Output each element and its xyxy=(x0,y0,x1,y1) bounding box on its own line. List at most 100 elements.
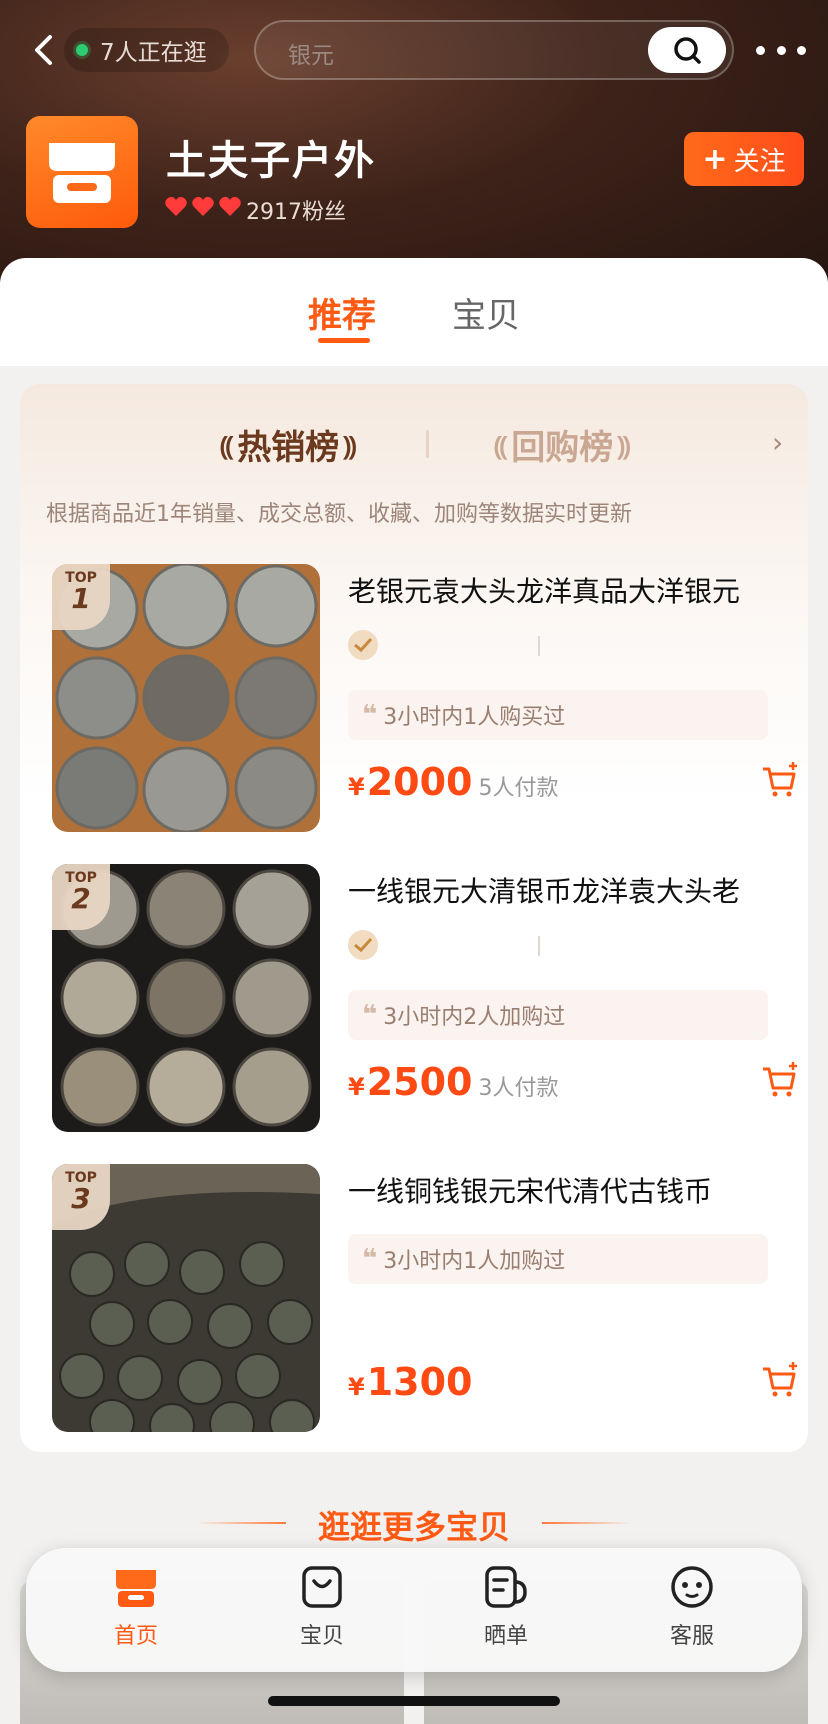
home-indicator[interactable] xyxy=(268,1696,560,1706)
plus-icon: + xyxy=(702,141,728,177)
price-value: 1300 xyxy=(366,1360,473,1404)
follow-button[interactable]: + 关注 xyxy=(684,132,804,186)
back-arrow-icon xyxy=(35,35,52,65)
tab-repurchase[interactable]: ⸨ 回购榜 ⸩ xyxy=(490,420,634,469)
product-price: ¥ 2500 3人付款 xyxy=(348,1060,558,1104)
visitors-indicator: 7人正在逛 xyxy=(64,28,229,72)
quote-icon: ❝ xyxy=(362,700,378,730)
nav-home[interactable]: 首页 xyxy=(76,1564,196,1650)
product-title[interactable]: 老银元袁大头龙洋真品大洋银元 xyxy=(348,570,788,610)
repurchase-label: 回购榜 xyxy=(511,428,614,468)
price-value: 2000 xyxy=(366,760,473,804)
tab-recommend[interactable]: 推荐 xyxy=(308,288,376,337)
heart-icon xyxy=(165,196,187,216)
cart-plus-icon xyxy=(763,1062,797,1097)
heart-icon xyxy=(192,196,214,216)
laurel-left-icon: ⸨ xyxy=(220,431,234,462)
store-icon xyxy=(49,143,115,203)
tab-hot-sales[interactable]: ⸨ 热销榜 ⸩ xyxy=(216,420,360,469)
rank-number: 2 xyxy=(71,882,91,915)
currency-symbol: ¥ xyxy=(348,773,365,801)
quote-icon: ❝ xyxy=(362,1000,378,1030)
nav-customer-service-label: 客服 xyxy=(669,1624,714,1649)
divider xyxy=(538,636,540,656)
bottom-navigation: 首页 宝贝 晒单 客服 xyxy=(26,1548,802,1672)
ranking-item[interactable]: TOP 3 一线铜钱银元宋代清代古钱币 ❝ 3小时内1人加购过 ¥ 1300 xyxy=(52,1164,797,1432)
product-price: ¥ 1300 xyxy=(348,1360,472,1404)
add-to-cart-button[interactable] xyxy=(760,1360,800,1400)
nav-customer-service[interactable]: 客服 xyxy=(632,1564,752,1650)
laurel-left-icon: ⸨ xyxy=(494,431,508,462)
product-image[interactable]: TOP 2 xyxy=(52,864,320,1132)
visitors-text: 7人正在逛 xyxy=(100,40,207,66)
shop-rating-hearts xyxy=(164,196,242,218)
product-image[interactable]: TOP 3 xyxy=(52,1164,320,1432)
nav-products[interactable]: 宝贝 xyxy=(262,1564,382,1650)
quote-icon: ❝ xyxy=(362,1244,378,1274)
ranking-item[interactable]: TOP 1 老银元袁大头龙洋真品大洋银元 ❝ 3小时内1人购买过 ¥ 2000 … xyxy=(52,564,797,832)
follow-label: 关注 xyxy=(733,146,786,177)
price-value: 2500 xyxy=(366,1060,473,1104)
product-title[interactable]: 一线铜钱银元宋代清代古钱币 xyxy=(348,1170,788,1210)
more-dot-icon xyxy=(797,45,806,55)
rank-badge: TOP 3 xyxy=(52,1164,110,1230)
shop-name: 土夫子户外 xyxy=(166,138,376,184)
recent-activity-text: 3小时内2人加购过 xyxy=(383,1005,566,1030)
currency-symbol: ¥ xyxy=(348,1073,365,1101)
ranking-card: ⸨ 热销榜 ⸩ ⸨ 回购榜 ⸩ › 根据商品近1年销量、成交总额、收藏、加购等数… xyxy=(20,384,808,1452)
bag-icon xyxy=(302,1566,342,1608)
paid-count: 3人付款 xyxy=(478,1076,559,1101)
recent-activity: ❝ 3小时内2人加购过 xyxy=(348,990,768,1040)
shop-header: 7人正在逛 银元 土夫子户外 2917粉丝 + 关注 xyxy=(0,0,828,300)
shop-tabs: 推荐 宝贝 xyxy=(0,258,828,366)
customer-service-icon xyxy=(671,1566,713,1608)
shop-logo[interactable] xyxy=(26,116,138,228)
section-divider-right xyxy=(542,1522,632,1524)
ranking-tabs: ⸨ 热销榜 ⸩ ⸨ 回购榜 ⸩ › xyxy=(20,420,808,470)
recent-activity-text: 3小时内1人加购过 xyxy=(383,1249,566,1274)
product-image[interactable]: TOP 1 xyxy=(52,564,320,832)
verified-check-icon xyxy=(348,930,378,960)
rank-number: 3 xyxy=(71,1182,91,1215)
rank-badge: TOP 1 xyxy=(52,564,110,630)
paid-count: 5人付款 xyxy=(478,776,559,801)
search-bar[interactable]: 银元 xyxy=(254,20,734,80)
fans-count: 2917粉丝 xyxy=(246,200,346,225)
recent-activity: ❝ 3小时内1人加购过 xyxy=(348,1234,768,1284)
active-tab-indicator xyxy=(318,338,370,343)
cart-plus-icon xyxy=(763,762,797,797)
hot-sales-label: 热销榜 xyxy=(237,428,340,468)
back-button[interactable] xyxy=(26,32,62,68)
top-bar: 7人正在逛 银元 xyxy=(0,18,828,82)
laurel-right-icon: ⸩ xyxy=(343,431,357,462)
heart-icon xyxy=(219,196,241,216)
ranking-tab-divider xyxy=(426,430,429,458)
more-options-button[interactable] xyxy=(756,32,806,68)
nav-reviews-label: 晒单 xyxy=(483,1624,528,1649)
more-products-title: 逛逛更多宝贝 xyxy=(317,1508,510,1546)
add-to-cart-button[interactable] xyxy=(760,760,800,800)
add-to-cart-button[interactable] xyxy=(760,1060,800,1100)
nav-home-label: 首页 xyxy=(113,1624,158,1649)
ranking-description: 根据商品近1年销量、成交总额、收藏、加购等数据实时更新 xyxy=(46,502,632,527)
search-icon xyxy=(674,37,701,64)
currency-symbol: ¥ xyxy=(348,1373,365,1401)
shop-home-icon xyxy=(116,1570,156,1607)
laurel-right-icon: ⸩ xyxy=(617,431,631,462)
review-icon xyxy=(485,1566,527,1608)
cart-plus-icon xyxy=(763,1362,797,1397)
search-button[interactable] xyxy=(648,27,726,73)
more-dot-icon xyxy=(756,45,765,55)
nav-reviews[interactable]: 晒单 xyxy=(446,1564,566,1650)
ranking-item[interactable]: TOP 2 一线银元大清银币龙洋袁大头老 ❝ 3小时内2人加购过 ¥ 2500 … xyxy=(52,864,797,1132)
more-dot-icon xyxy=(776,45,786,55)
recent-activity-text: 3小时内1人购买过 xyxy=(383,705,566,730)
product-title[interactable]: 一线银元大清银币龙洋袁大头老 xyxy=(348,870,788,910)
tab-products[interactable]: 宝贝 xyxy=(452,288,520,337)
chevron-right-icon[interactable]: › xyxy=(772,426,783,459)
search-placeholder: 银元 xyxy=(288,43,334,69)
recent-activity: ❝ 3小时内1人购买过 xyxy=(348,690,768,740)
online-dot-icon xyxy=(76,44,88,56)
divider xyxy=(538,936,540,956)
product-price: ¥ 2000 5人付款 xyxy=(348,760,558,804)
